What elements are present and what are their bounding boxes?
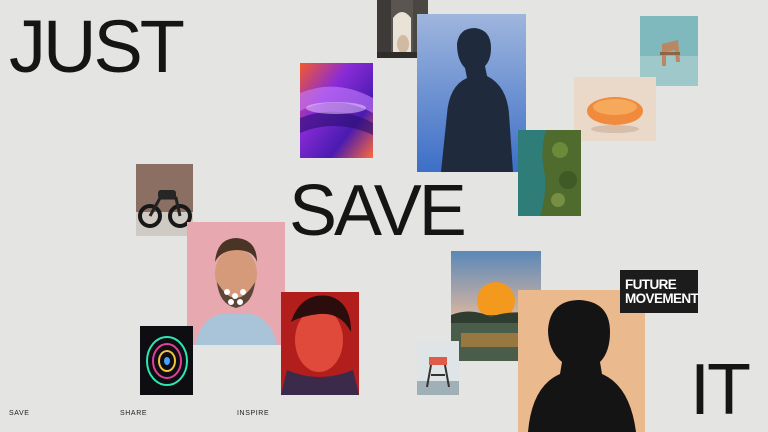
- aerial-coast-image[interactable]: [518, 130, 581, 216]
- badge-line-2: MOVEMENT: [625, 290, 699, 306]
- motorcycle-image[interactable]: [136, 164, 193, 236]
- red-portrait-image[interactable]: [281, 292, 359, 395]
- headline-save: SAVE: [289, 171, 467, 251]
- chair-water-image[interactable]: [640, 16, 698, 86]
- abstract-waves-image[interactable]: [300, 63, 373, 158]
- nav-share[interactable]: SHARE: [120, 410, 147, 417]
- lifeguard-tower-image[interactable]: [417, 341, 459, 395]
- headline-it: IT: [690, 350, 751, 430]
- orange-sculpture-image[interactable]: [574, 77, 656, 141]
- neon-swirl-image[interactable]: [140, 326, 193, 395]
- nav-inspire[interactable]: INSPIRE: [237, 410, 269, 417]
- future-movement-badge[interactable]: FUTURE MOVEMENT: [620, 270, 699, 313]
- badge-line-1: FUTURE: [625, 277, 677, 292]
- woman-portrait-image[interactable]: [417, 14, 526, 172]
- bearded-man-image[interactable]: [187, 222, 285, 345]
- headline-just: JUST: [9, 5, 185, 88]
- nav-save[interactable]: SAVE: [9, 410, 30, 417]
